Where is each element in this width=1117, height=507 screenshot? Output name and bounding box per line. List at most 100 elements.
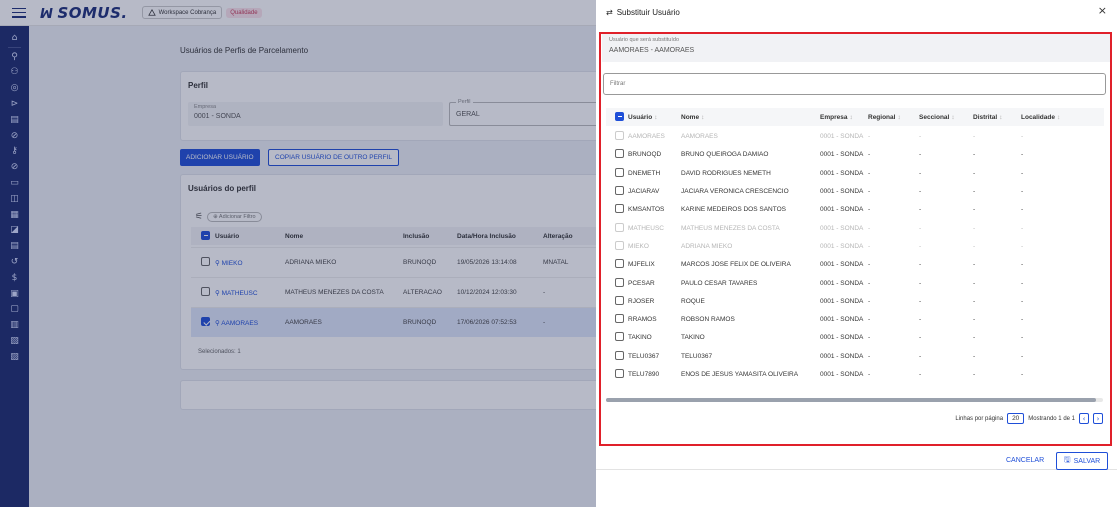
cell-nome: TELU0367 [681, 352, 713, 360]
rows-per-page-select[interactable]: 20 [1007, 413, 1025, 424]
cell-empresa: 0001 - SONDA [820, 188, 864, 196]
next-page-icon[interactable]: › [1093, 413, 1103, 424]
col-empresa[interactable]: Empresa ↕ [820, 114, 868, 121]
cell-nome: ROQUE [681, 297, 705, 305]
replaced-user-field: Usuário que será substituído AAMORAES - … [602, 34, 1110, 62]
cell-empresa: 0001 - SONDA [820, 242, 864, 250]
cell-nome: ADRIANA MIEKO [681, 242, 733, 250]
cell-seccional: - [919, 151, 922, 159]
table-row[interactable]: KMSANTOS KARINE MEDEIROS DOS SANTOS 0001 -… [606, 201, 1104, 219]
table-row[interactable]: PCESAR PAULO CESAR TAVARES 0001 - SONDA - - -… [606, 274, 1104, 292]
row-checkbox[interactable] [615, 277, 624, 287]
cell-nome: BRUNO QUEIROGA DAMIAO [681, 151, 769, 159]
row-checkbox[interactable] [615, 186, 624, 196]
cell-seccional: - [919, 133, 922, 141]
modal-overlay[interactable] [0, 0, 596, 507]
table-row: AAMORAES AAMORAES 0001 - SONDA - - - - [606, 128, 1104, 146]
cell-regional: - [868, 297, 871, 305]
cell-localidade: - [1021, 133, 1024, 141]
row-checkbox [615, 131, 624, 141]
cell-empresa: 0001 - SONDA [820, 279, 864, 287]
cell-regional: - [868, 206, 871, 214]
cell-localidade: - [1021, 316, 1024, 324]
cell-localidade: - [1021, 352, 1024, 360]
table-row[interactable]: RJOSER ROQUE 0001 - SONDA - - - - [606, 292, 1104, 310]
cell-usuario: RRAMOS [628, 316, 657, 324]
row-checkbox[interactable] [615, 295, 624, 305]
table-row[interactable]: TAKINO TAKINO 0001 - SONDA - - - - [606, 329, 1104, 347]
row-checkbox [615, 240, 624, 250]
cell-seccional: - [919, 297, 922, 305]
row-checkbox[interactable] [615, 167, 624, 177]
cell-regional: - [868, 352, 871, 360]
cell-usuario: MJFELIX [628, 261, 655, 269]
cell-empresa: 0001 - SONDA [820, 334, 864, 342]
col-seccional[interactable]: Seccional ↕ [919, 114, 973, 121]
table-row[interactable]: MJFELIX MARCOS JOSE FELIX DE OLIVEIRA 0001… [606, 256, 1104, 274]
cell-empresa: 0001 - SONDA [820, 206, 864, 214]
drawer-title: ⇄ Substituir Usuário [606, 8, 680, 17]
cell-seccional: - [919, 188, 922, 196]
cell-regional: - [868, 224, 871, 232]
prev-page-icon[interactable]: ‹ [1079, 413, 1089, 424]
horizontal-scrollbar[interactable] [606, 398, 1103, 402]
cell-usuario: TAKINO [628, 334, 652, 342]
footer-divider [596, 469, 1117, 470]
table-row[interactable]: TELU7890 ENOS DE JESUS YAMASITA OLIVEIRA 0… [606, 365, 1104, 383]
cell-seccional: - [919, 224, 922, 232]
scrollbar-thumb[interactable] [606, 398, 1096, 402]
table-row[interactable]: RRAMOS ROBSON RAMOS 0001 - SONDA - - - - [606, 311, 1104, 329]
table-row[interactable]: BRUNOQD BRUNO QUEIROGA DAMIAO 0001 - SONDA… [606, 146, 1104, 164]
table-row[interactable]: JACIARAV JACIARA VERONICA CRESCENCIO 0001 … [606, 182, 1104, 200]
table-row[interactable]: DNEMETH DAVID RODRIGUES NEMETH 0001 - SOND… [606, 164, 1104, 182]
cell-regional: - [868, 279, 871, 287]
cell-usuario: JACIARAV [628, 188, 660, 196]
cell-distrital: - [973, 224, 976, 232]
col-localidade[interactable]: Localidade ↕ [1021, 114, 1081, 121]
row-checkbox[interactable] [615, 259, 624, 269]
cell-localidade: - [1021, 297, 1024, 305]
row-checkbox[interactable] [615, 149, 624, 159]
filter-input[interactable]: Filtrar [603, 73, 1106, 95]
save-button[interactable]: 🖫 SALVAR [1056, 452, 1108, 470]
cell-regional: - [868, 151, 871, 159]
cell-seccional: - [919, 242, 922, 250]
cell-empresa: 0001 - SONDA [820, 352, 864, 360]
cell-nome: AAMORAES [681, 133, 718, 141]
cell-localidade: - [1021, 334, 1024, 342]
cell-nome: MATHEUS MENEZES DA COSTA [681, 224, 780, 232]
cell-nome: ENOS DE JESUS YAMASITA OLIVEIRA [681, 371, 799, 379]
col-regional[interactable]: Regional ↕ [868, 114, 919, 121]
row-checkbox[interactable] [615, 369, 624, 379]
cell-usuario: PCESAR [628, 279, 655, 287]
row-checkbox[interactable] [615, 350, 624, 360]
cell-regional: - [868, 242, 871, 250]
cancel-button[interactable]: CANCELAR [1006, 457, 1044, 464]
cell-localidade: - [1021, 169, 1024, 177]
cell-localidade: - [1021, 206, 1024, 214]
close-icon[interactable]: × [1098, 4, 1107, 17]
table-row[interactable]: TELU0367 TELU0367 0001 - SONDA - - - - [606, 347, 1104, 365]
col-usuario[interactable]: Usuário ↕ [628, 114, 681, 121]
row-checkbox[interactable] [615, 314, 624, 324]
cell-localidade: - [1021, 261, 1024, 269]
select-all-checkbox[interactable] [615, 111, 624, 121]
cell-seccional: - [919, 316, 922, 324]
replace-table-header: Usuário ↕ Nome ↕ Empresa ↕ Regional ↕ Seccio… [606, 108, 1104, 127]
row-checkbox [615, 222, 624, 232]
col-distrital[interactable]: Distrital ↕ [973, 114, 1021, 121]
cell-nome: PAULO CESAR TAVARES [681, 279, 758, 287]
cell-distrital: - [973, 279, 976, 287]
col-nome[interactable]: Nome ↕ [681, 114, 820, 121]
cell-usuario: DNEMETH [628, 169, 661, 177]
cell-seccional: - [919, 261, 922, 269]
row-checkbox[interactable] [615, 332, 624, 342]
table-row: MATHEUSC MATHEUS MENEZES DA COSTA 0001 - S… [606, 219, 1104, 237]
cell-empresa: 0001 - SONDA [820, 316, 864, 324]
cell-regional: - [868, 371, 871, 379]
row-checkbox[interactable] [615, 204, 624, 214]
cell-distrital: - [973, 297, 976, 305]
cell-distrital: - [973, 169, 976, 177]
cell-seccional: - [919, 371, 922, 379]
cell-empresa: 0001 - SONDA [820, 261, 864, 269]
